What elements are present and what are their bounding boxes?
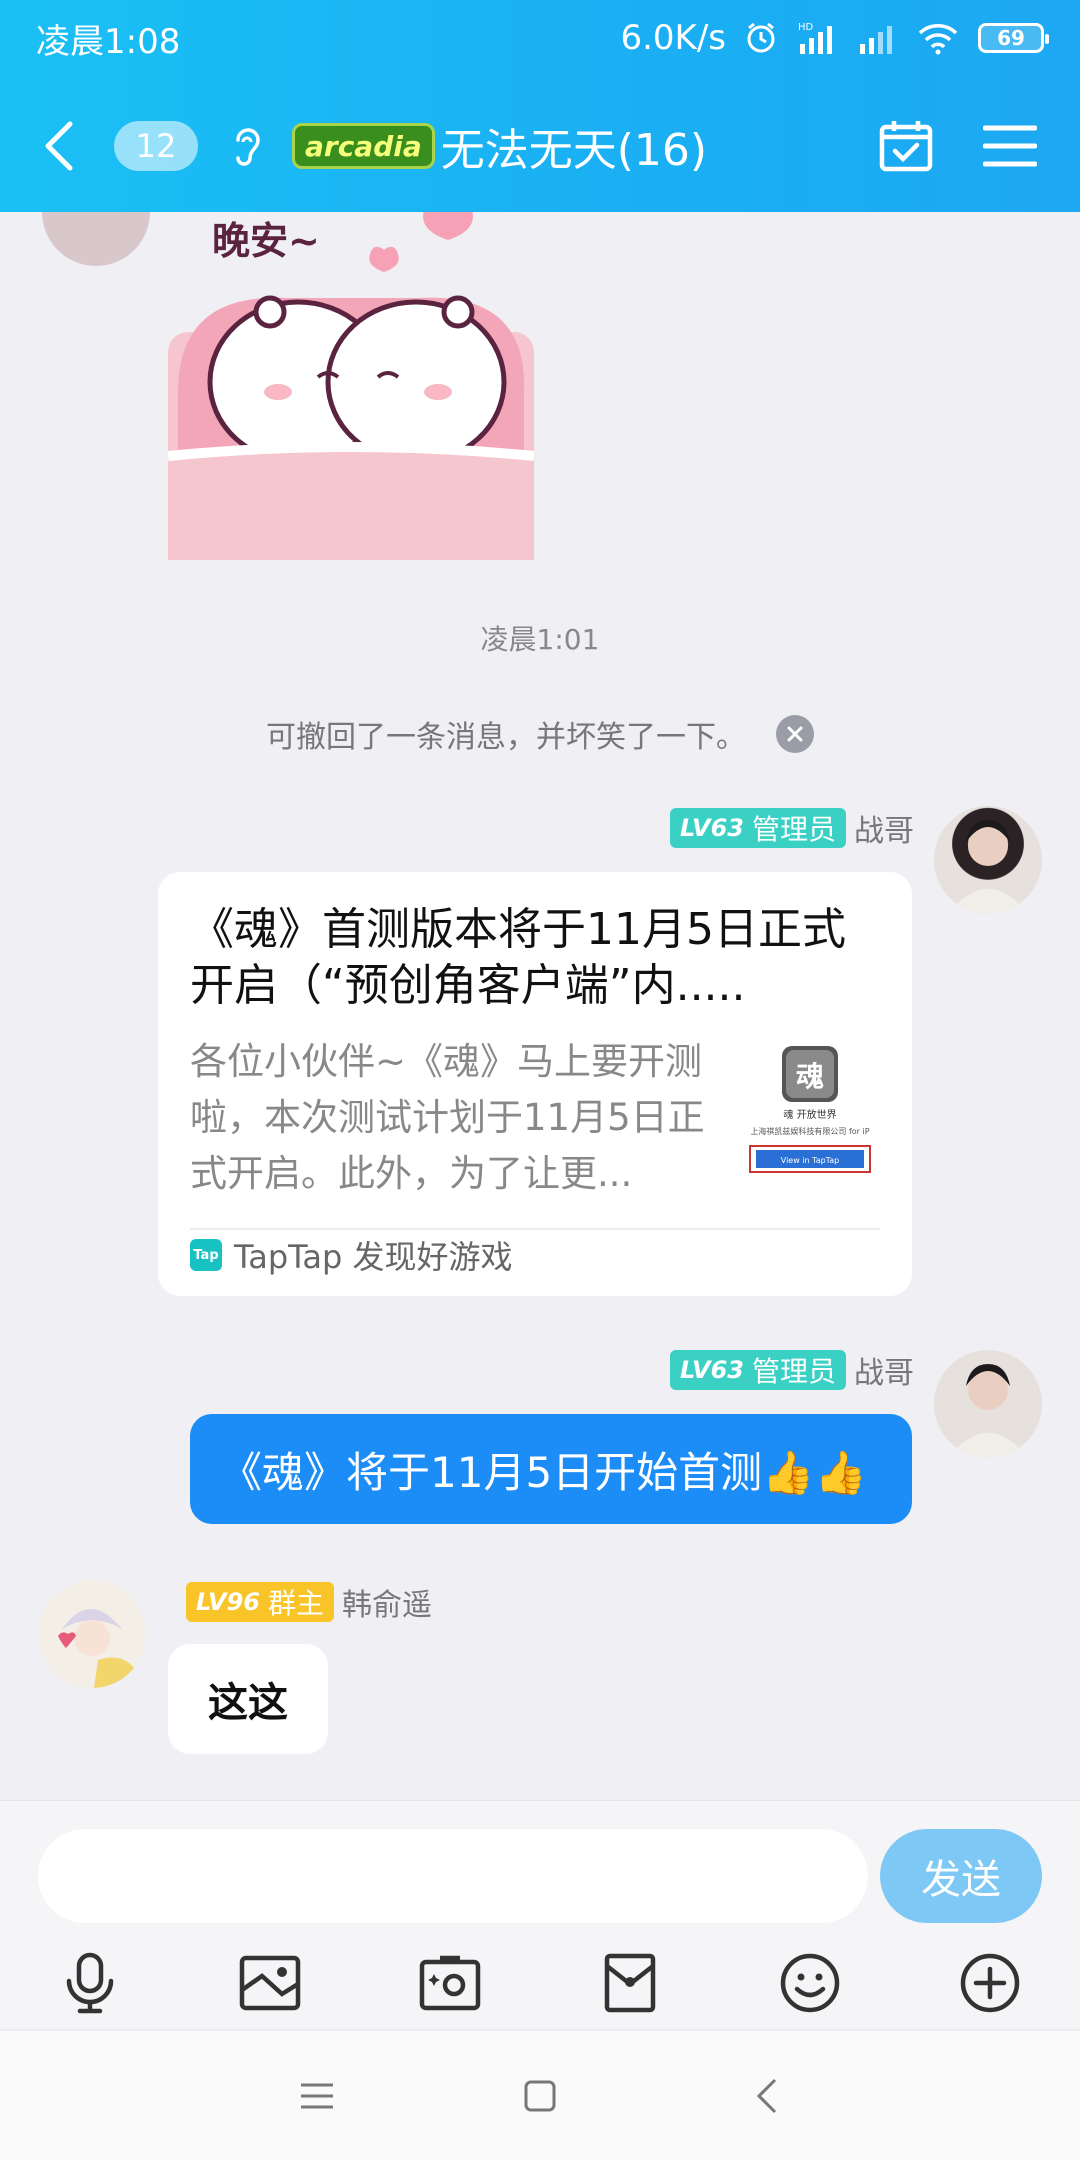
role-label: 群主 bbox=[267, 1587, 324, 1620]
level-badge: LV63 管理员 bbox=[670, 808, 846, 848]
sender-info: LV63 管理员 战哥 bbox=[670, 806, 914, 850]
timestamp-label: 凌晨1:01 bbox=[480, 623, 600, 656]
recall-notice-text: 可撤回了一条消息，并坏笑了一下。 bbox=[266, 720, 746, 755]
status-time: 凌晨1:08 bbox=[36, 21, 181, 62]
recall-notice: 可撤回了一条消息，并坏笑了一下。 bbox=[0, 712, 1080, 756]
calendar-checkin-button[interactable] bbox=[876, 116, 936, 176]
chevron-left-icon bbox=[45, 121, 73, 171]
battery-icon: 69 bbox=[978, 23, 1049, 53]
photo-icon[interactable] bbox=[230, 1943, 310, 2023]
level-label: LV63 bbox=[680, 814, 744, 842]
thumb-subtitle: 上海祺凯兹娱科技有限公司 for iP bbox=[750, 1126, 869, 1136]
taptap-logo-icon: Tap bbox=[190, 1239, 222, 1271]
menu-button[interactable] bbox=[980, 116, 1040, 176]
hamburger-menu-icon bbox=[983, 125, 1037, 167]
alarm-icon bbox=[744, 21, 778, 55]
sender-name[interactable]: 韩俞遥 bbox=[342, 1580, 432, 1624]
group-title[interactable]: 无法无天(16) bbox=[441, 114, 707, 178]
unread-count-badge[interactable]: 12 bbox=[114, 121, 198, 171]
plus-icon[interactable] bbox=[950, 1943, 1030, 2023]
avatar-portrait bbox=[38, 1580, 146, 1688]
sticker-caption: 晚安~ bbox=[212, 219, 320, 263]
role-label: 管理员 bbox=[751, 813, 836, 846]
card-source: Tap TapTap 发现好游戏 bbox=[190, 1232, 513, 1278]
svg-text:魂: 魂 bbox=[796, 1060, 824, 1093]
chat-header: 凌晨1:08 6.0K/s HD 69 12 arcadia 无法无天(16) bbox=[0, 0, 1080, 212]
status-indicators: 6.0K/s HD 69 bbox=[620, 18, 1049, 58]
level-label: LV96 bbox=[196, 1588, 260, 1616]
recent-apps-button[interactable] bbox=[282, 2061, 352, 2131]
emoji-icon[interactable] bbox=[770, 1943, 850, 2023]
sticker-message[interactable]: 晚安~ bbox=[167, 212, 535, 560]
level-label: LV63 bbox=[680, 1356, 744, 1384]
system-back-button[interactable] bbox=[732, 2061, 802, 2131]
message-input[interactable] bbox=[38, 1829, 868, 1923]
sender-name[interactable]: 战哥 bbox=[854, 1348, 914, 1392]
card-source-label: TapTap 发现好游戏 bbox=[234, 1238, 513, 1276]
input-panel: 发送 bbox=[0, 1800, 1080, 2028]
chevron-left-icon bbox=[756, 2078, 777, 2114]
input-toolbar bbox=[0, 1943, 1080, 2023]
cellular-signal-2-icon bbox=[858, 20, 898, 56]
avatar[interactable] bbox=[934, 1350, 1042, 1458]
message-list[interactable]: 晚安~ 凌晨1:01 可撤回了一条消息，并坏笑了一下。 LV63 管理员 战哥 … bbox=[0, 212, 1080, 1800]
level-badge: LV63 管理员 bbox=[670, 1350, 846, 1390]
earpiece-mode-icon[interactable] bbox=[228, 116, 268, 176]
thumb-title: 魂 开放世界 bbox=[783, 1108, 836, 1121]
thumb-button: View in TapTap bbox=[781, 1156, 839, 1165]
link-share-card[interactable]: 《魂》首测版本将于11月5日正式开启（“预创角客户端”内..... 各位小伙伴~… bbox=[158, 872, 912, 1296]
hd-label: HD bbox=[798, 22, 814, 33]
sender-name[interactable]: 战哥 bbox=[854, 806, 914, 850]
back-button[interactable] bbox=[40, 106, 100, 186]
network-speed: 6.0K/s bbox=[620, 18, 726, 58]
avatar[interactable] bbox=[38, 1580, 146, 1688]
status-bar: 凌晨1:08 6.0K/s HD 69 bbox=[0, 0, 1080, 76]
card-description: 各位小伙伴~《魂》马上要开测啦，本次测试计划于11月5日正式开启。此外，为了让更… bbox=[190, 1040, 705, 1195]
text-message-bubble[interactable]: 这这 bbox=[168, 1644, 328, 1754]
role-label: 管理员 bbox=[751, 1355, 836, 1388]
avatar-portrait bbox=[948, 820, 1028, 914]
square-icon bbox=[524, 2080, 556, 2112]
send-button[interactable]: 发送 bbox=[880, 1829, 1042, 1923]
nav-bar: 12 arcadia 无法无天(16) bbox=[0, 96, 1080, 196]
home-button[interactable] bbox=[505, 2061, 575, 2131]
menu-lines-icon bbox=[301, 2083, 333, 2109]
text-message-bubble[interactable]: 《魂》将于11月5日开始首测👍👍 bbox=[190, 1414, 912, 1524]
calendar-check-icon bbox=[879, 121, 933, 172]
level-badge: LV96 群主 bbox=[186, 1582, 334, 1622]
card-title: 《魂》首测版本将于11月5日正式开启（“预创角客户端”内..... bbox=[190, 904, 846, 1011]
microphone-icon[interactable] bbox=[50, 1943, 130, 2023]
cellular-signal-icon: HD bbox=[796, 20, 840, 56]
card-divider bbox=[190, 1228, 880, 1230]
wifi-icon bbox=[916, 20, 960, 56]
system-navigation-bar bbox=[0, 2030, 1080, 2160]
close-icon[interactable] bbox=[776, 715, 814, 753]
group-tag-badge: arcadia bbox=[292, 123, 435, 169]
avatar[interactable] bbox=[934, 806, 1042, 914]
avatar-portrait bbox=[948, 1364, 1028, 1458]
camera-icon[interactable] bbox=[410, 1943, 490, 2023]
sender-info: LV96 群主 韩俞遥 bbox=[186, 1580, 432, 1624]
red-packet-icon[interactable] bbox=[590, 1943, 670, 2023]
avatar[interactable] bbox=[42, 212, 150, 266]
sender-info: LV63 管理员 战哥 bbox=[670, 1348, 914, 1392]
card-thumbnail: 魂 魂 开放世界 上海祺凯兹娱科技有限公司 for iP View in Tap… bbox=[740, 1046, 880, 1186]
